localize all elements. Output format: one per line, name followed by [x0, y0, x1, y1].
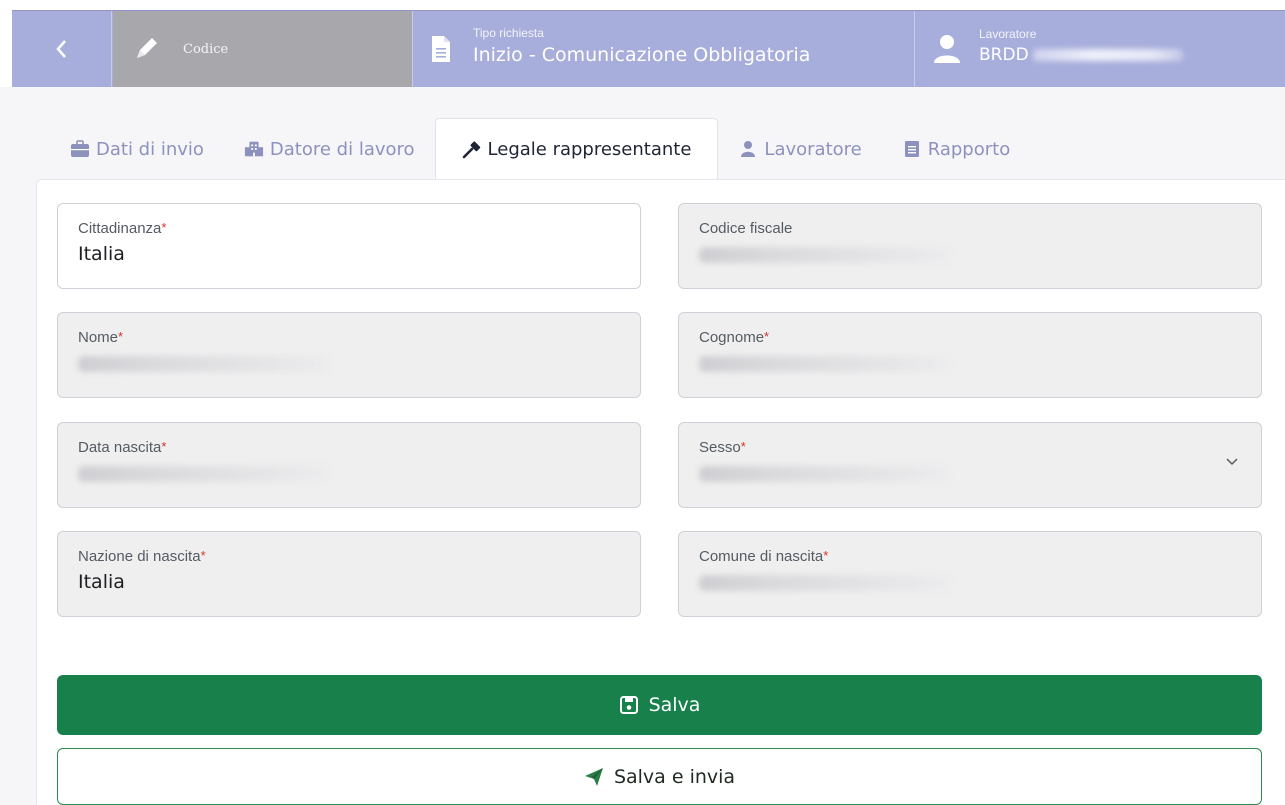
tab-rapporto[interactable]: Rapporto — [882, 118, 1030, 180]
worker-value-wrap: BRDD — [979, 45, 1183, 65]
code-section: Codice — [113, 11, 413, 87]
request-type-value: Inizio - Comunicazione Obbligatoria — [473, 44, 811, 66]
tab-label: Lavoratore — [764, 138, 862, 160]
tab-legale-rappresentante[interactable]: Legale rappresentante — [434, 118, 719, 180]
save-button[interactable]: Salva — [57, 675, 1262, 735]
document-icon — [432, 36, 450, 62]
header-bar: Codice Tipo richiesta Inizio - Comunicaz… — [12, 10, 1285, 87]
cognome-redacted — [699, 356, 949, 372]
gavel-icon — [462, 140, 480, 158]
field-label: Nazione di nascita* — [78, 548, 206, 565]
data-nascita-field[interactable]: Data nascita* — [57, 422, 641, 508]
data-nascita-redacted — [78, 466, 328, 482]
paper-plane-icon — [584, 767, 603, 786]
field-label: Cognome* — [699, 329, 770, 346]
comune-nascita-field[interactable]: Comune di nascita* — [678, 531, 1262, 617]
code-label: Codice — [183, 41, 229, 57]
codice-fiscale-field[interactable]: Codice fiscale — [678, 203, 1262, 289]
chevron-down-icon[interactable] — [1225, 457, 1239, 467]
sesso-select[interactable]: Sesso* — [678, 422, 1262, 508]
section-tabs: Dati di invio Datore di lavoro Legale ra… — [62, 118, 1030, 180]
nazione-nascita-field[interactable]: Nazione di nascita* Italia — [57, 531, 641, 617]
request-type-section: Tipo richiesta Inizio - Comunicazione Ob… — [413, 11, 915, 87]
tab-datore-lavoro[interactable]: Datore di lavoro — [224, 118, 435, 180]
field-label: Codice fiscale — [699, 220, 793, 237]
nome-field[interactable]: Nome* — [57, 312, 641, 398]
tab-label: Rapporto — [927, 138, 1011, 160]
field-label: Data nascita* — [78, 439, 167, 456]
tab-label: Legale rappresentante — [487, 139, 692, 160]
comune-nascita-redacted — [699, 575, 949, 591]
codice-fiscale-redacted — [699, 247, 949, 263]
cittadinanza-value: Italia — [78, 243, 125, 265]
cognome-field[interactable]: Cognome* — [678, 312, 1262, 398]
briefcase-icon — [71, 140, 89, 157]
top-strip — [0, 0, 1285, 10]
worker-name-redacted — [1032, 49, 1183, 61]
save-label: Salva — [648, 694, 701, 716]
field-label: Sesso* — [699, 439, 746, 456]
save-and-send-label: Salva e invia — [613, 765, 736, 788]
nome-redacted — [78, 356, 328, 372]
worker-value: BRDD — [979, 45, 1029, 65]
tab-label: Datore di lavoro — [269, 138, 415, 160]
bookmark-document-icon — [904, 141, 919, 157]
tab-label: Dati di invio — [96, 138, 204, 160]
worker-section: Lavoratore BRDD — [915, 11, 1285, 87]
user-icon — [741, 141, 756, 157]
cittadinanza-field[interactable]: Cittadinanza* Italia — [57, 203, 641, 289]
field-label: Cittadinanza* — [78, 220, 167, 237]
tab-dati-invio[interactable]: Dati di invio — [62, 118, 224, 180]
tab-lavoratore[interactable]: Lavoratore — [718, 118, 881, 180]
building-icon — [244, 141, 263, 157]
sesso-redacted — [699, 466, 949, 482]
worker-caption: Lavoratore — [979, 27, 1037, 41]
pencil-icon — [137, 38, 157, 58]
field-label: Comune di nascita* — [699, 548, 829, 565]
floppy-disk-icon — [619, 696, 638, 714]
chevron-left-icon — [55, 40, 66, 58]
user-icon — [934, 35, 960, 63]
field-label: Nome* — [78, 329, 124, 346]
request-type-caption: Tipo richiesta — [473, 26, 544, 40]
save-and-send-button[interactable]: Salva e invia — [57, 748, 1262, 805]
back-button[interactable] — [12, 11, 112, 87]
nazione-nascita-value: Italia — [78, 571, 125, 593]
